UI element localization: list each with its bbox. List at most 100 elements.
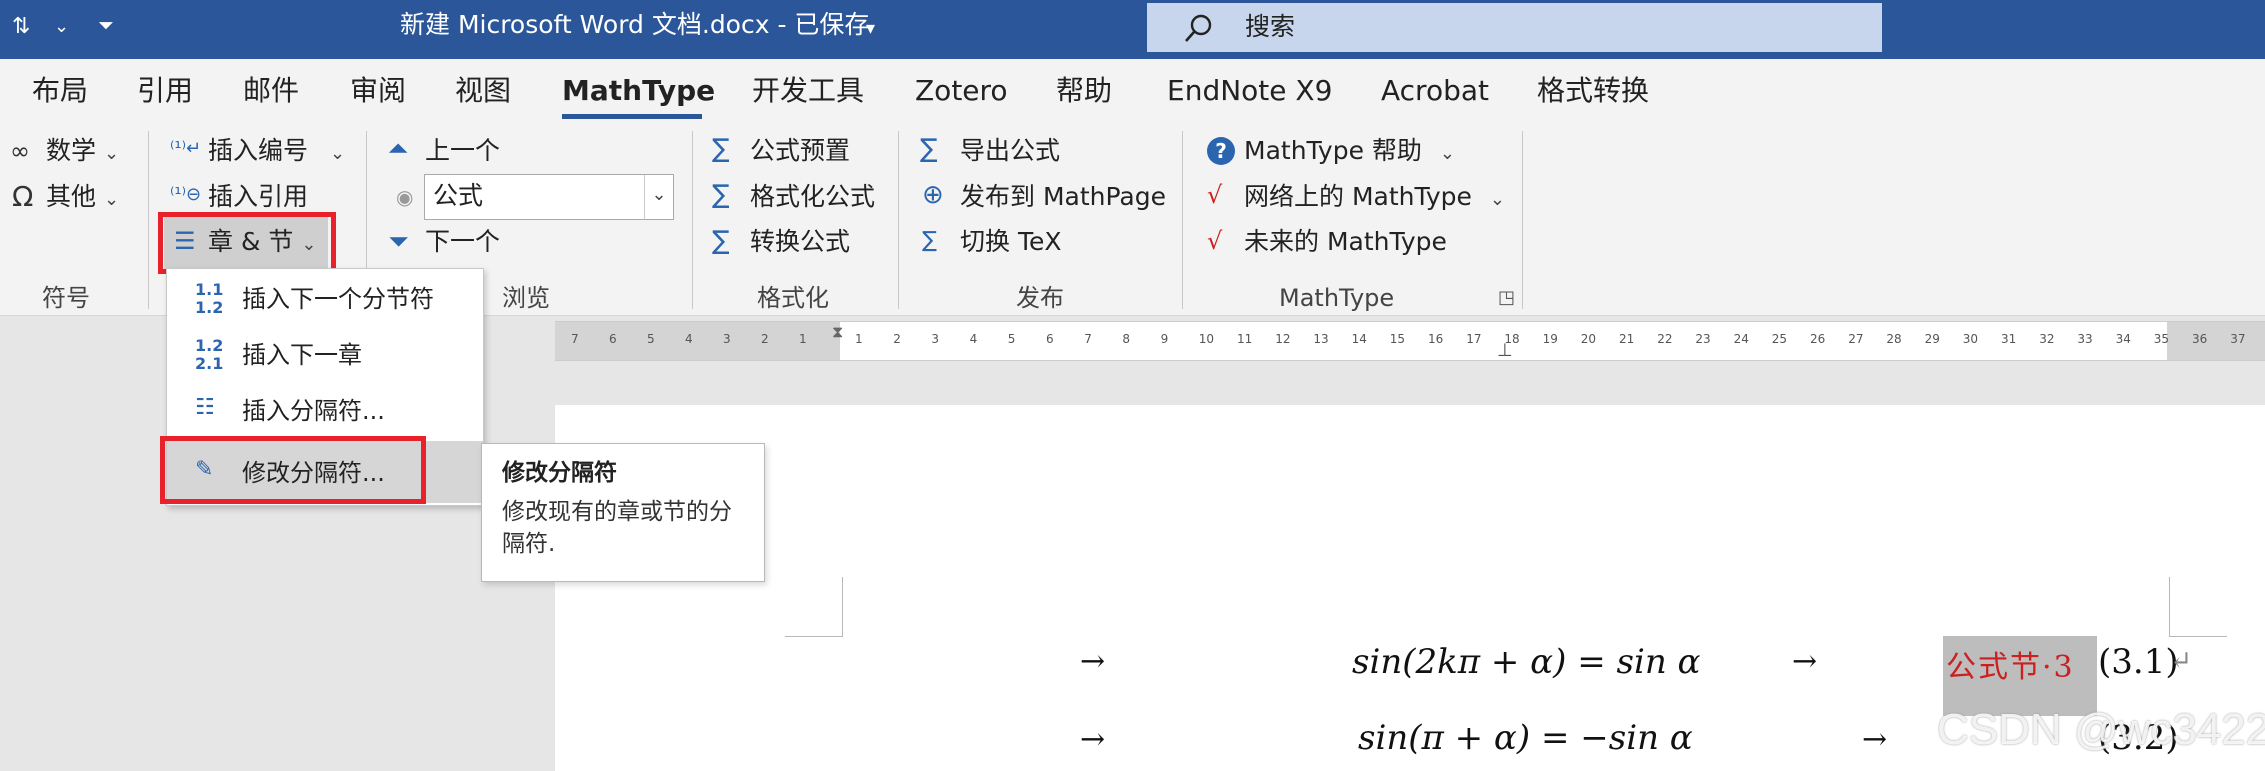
title-dropdown-icon[interactable]: ▾ [866,12,875,46]
ruler-number: 7 [571,332,579,346]
tab-mathtype[interactable]: MathType [562,73,715,109]
ruler-number: 18 [1504,332,1520,346]
ruler-number: 36 [2192,332,2208,346]
triangle-up-icon: ⏶ [388,134,409,164]
group-separator [692,131,693,309]
ruler-number: 28 [1886,332,1902,346]
ruler-number: 22 [1657,332,1673,346]
group-separator [148,131,149,309]
ruler-number: 31 [2001,332,2017,346]
group-symbols-label: 符号 [42,284,90,312]
tab-arrow: → [1792,644,1818,679]
tex-icon: ∑ [922,228,937,253]
ruler-number: 29 [1924,332,1940,346]
sort-icon[interactable]: ⇅ [12,10,30,44]
future-mathtype-button[interactable]: 未来的 MathType [1244,226,1447,258]
preset-icon: ∑ [712,134,730,164]
tab-endnote[interactable]: EndNote X9 [1167,73,1332,109]
ruler-number: 23 [1695,332,1711,346]
tab-format-convert[interactable]: 格式转换 [1537,73,1649,109]
equation-type-value: 公式 [433,181,484,210]
ruler-number: 1 [855,332,863,346]
tab-view[interactable]: 视图 [455,73,511,109]
highlight-chapter-section [158,212,336,274]
ruler-number: 9 [1160,332,1169,346]
export-equations-button[interactable]: 导出公式 [960,135,1060,167]
next-button[interactable]: 下一个 [425,226,500,258]
crop-mark [2169,636,2227,637]
tab-arrow: → [1080,722,1106,757]
tooltip-body: 修改现有的章或节的分隔符. [502,499,732,557]
ruler-number: 5 [1007,332,1016,346]
insert-reference-button[interactable]: 插入引用 [208,181,308,213]
ruler-number: 34 [2115,332,2131,346]
ruler-number: 3 [931,332,940,346]
document-title[interactable]: 新建 Microsoft Word 文档.docx - 已保存 [400,8,869,42]
equation-1-label-text[interactable]: 公式节·3 [1946,642,2075,686]
group-separator [898,131,899,309]
globe-icon: ⊕ [922,180,944,210]
tab-arrow: → [1080,644,1106,679]
menu-item-insert-break[interactable]: ☷ 插入分隔符... [167,383,483,439]
previous-button[interactable]: 上一个 [425,135,500,167]
equation-2[interactable]: sin(π + α) = −sin α [1358,718,1693,758]
publish-mathpage-button[interactable]: 发布到 MathPage [960,181,1166,213]
convert-icon: ∑ [712,226,730,256]
dialog-launcher-icon[interactable]: ◳ [1498,287,1515,308]
insert-number-button[interactable]: 插入编号 ⌄ [208,135,345,170]
crop-mark [785,636,843,637]
mathtype-online-button[interactable]: 网络上的 MathType ⌄ [1244,181,1505,216]
toggle-tex-button[interactable]: 切换 TeX [960,226,1061,258]
customize-toolbar-icon[interactable]: ⏷ [98,8,114,42]
equation-type-select[interactable]: 公式 ⌄ [424,174,674,220]
triangle-down-icon: ⏷ [388,227,409,257]
omega-icon: Ω [12,180,34,213]
chevron-down-icon[interactable]: ⌄ [54,10,69,44]
indent-marker-icon[interactable]: ⧗ [832,322,843,342]
convert-equations-button[interactable]: 转换公式 [750,226,850,258]
search-placeholder: 搜索 [1245,12,1296,41]
ruler-right-margin [2167,322,2265,360]
equation-1-number[interactable]: (3.1) [2098,642,2179,682]
mathtype-help-button[interactable]: MathType 帮助 ⌄ [1244,135,1455,170]
tab-acrobat[interactable]: Acrobat [1381,73,1489,109]
equation-preset-button[interactable]: 公式预置 [750,135,850,167]
tooltip-title: 修改分隔符 [502,460,617,486]
tab-review[interactable]: 审阅 [350,73,406,109]
ruler-number: 4 [685,332,693,346]
insert-number-icon: ⁽¹⁾↵ [170,138,202,159]
horizontal-ruler[interactable]: 7 6 5 4 3 2 1 ⧗ ⊥ 1 2 3 4 5 6 7 8 9 10 11 12 13 14 15 1… [555,321,2265,361]
infinity-icon: ∞ [10,137,30,165]
ruler-number: 21 [1619,332,1635,346]
ruler-number: 33 [2077,332,2093,346]
group-publish-label: 发布 [1016,284,1064,312]
tab-layout[interactable]: 布局 [32,73,88,109]
tab-references[interactable]: 引用 [137,73,193,109]
tab-developer[interactable]: 开发工具 [752,73,864,109]
ribbon-tabs: 布局 引用 邮件 审阅 视图 MathType 开发工具 Zotero 帮助 E… [0,59,2265,123]
active-tab-indicator [562,114,702,119]
tab-zotero[interactable]: Zotero [915,73,1008,109]
group-format-label: 格式化 [757,284,829,312]
menu-item-insert-next-section[interactable]: 1.1 1.2 插入下一个分节符 [167,271,483,327]
watermark: CSDN @wc3422 [1937,705,2265,754]
group-separator [1182,131,1183,309]
insert-reference-icon: ⁽¹⁾⊖ [170,184,202,205]
ruler-number: 32 [2039,332,2055,346]
ruler-number: 11 [1237,332,1253,346]
search-box[interactable]: 搜索 [1147,3,1882,52]
future-mathtype-icon: √ [1207,227,1223,255]
ruler-number: 17 [1466,332,1482,346]
tab-mailings[interactable]: 邮件 [243,73,299,109]
export-icon: ∑ [920,134,938,164]
group-browse-label: 浏览 [502,284,550,312]
ruler-number: 4 [969,332,978,346]
chapter-number-icon: 1.2 2.1 [195,336,224,373]
menu-item-insert-next-chapter[interactable]: 1.2 2.1 插入下一章 [167,327,483,383]
other-symbols-button[interactable]: 其他 ⌄ [46,181,119,216]
math-symbols-button[interactable]: 数学 ⌄ [46,135,119,170]
format-equations-button[interactable]: 格式化公式 [750,181,875,213]
equation-1[interactable]: sin(2kπ + α) = sin α [1352,642,1700,682]
tab-help[interactable]: 帮助 [1056,73,1112,109]
select-dropdown-icon[interactable]: ⌄ [644,175,673,219]
